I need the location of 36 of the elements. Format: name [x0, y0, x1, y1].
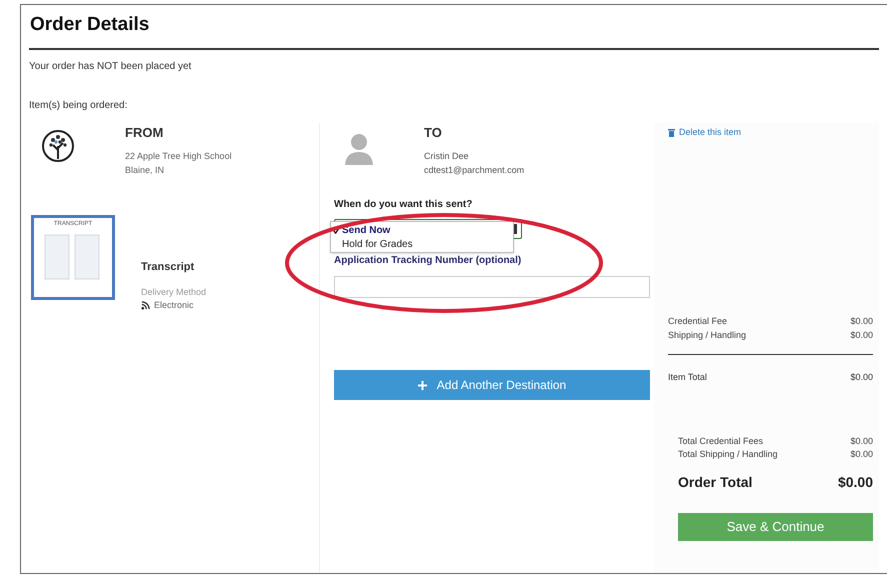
delivery-method-value: Electronic [154, 299, 194, 312]
document-name: Transcript [141, 260, 196, 275]
send-time-label: When do you want this sent? [334, 198, 474, 212]
total-fee-amount: $0.00 [850, 434, 873, 448]
person-avatar-icon [344, 132, 374, 164]
to-heading: TO [424, 124, 443, 142]
tree-logo-icon [41, 128, 75, 162]
order-total-amount: $0.00 [838, 472, 873, 492]
items-label: Item(s) being ordered: [29, 98, 128, 112]
tracking-number-label: Application Tracking Number (optional) [334, 254, 522, 268]
school-address: 22 Apple Tree High School [125, 150, 232, 163]
dropdown-option[interactable]: Hold for Grades [331, 237, 513, 251]
fee-amount: $0.00 [850, 315, 873, 328]
recipient-detail: cdtest1@parchment.com [424, 164, 524, 177]
fee-label: Credential Fee [668, 315, 728, 328]
item-total-label: Item Total [668, 371, 707, 384]
from-heading: FROM [125, 124, 164, 142]
tracking-number-field[interactable] [334, 276, 650, 298]
total-fee-label: Total Shipping / Handling [678, 448, 778, 461]
recipient-detail: Cristin Dee [424, 150, 470, 163]
delete-item-link[interactable]: Delete this item [668, 126, 873, 139]
trash-icon [668, 128, 675, 137]
order-notice: Your order has NOT been placed yet [29, 60, 192, 74]
order-total-label: Order Total [678, 472, 752, 492]
total-fee-amount: $0.00 [850, 448, 873, 461]
page-title: Order Details [30, 13, 150, 37]
total-fee-label: Total Credential Fees [678, 434, 764, 448]
fee-label: Shipping / Handling [668, 328, 746, 342]
rss-icon [141, 301, 150, 310]
delivery-method-label: Delivery Method [141, 286, 206, 299]
item-total-amount: $0.00 [850, 371, 873, 384]
plus-icon [418, 380, 427, 390]
school-address: Blaine, IN [125, 164, 166, 176]
select-arrows-icon [514, 224, 517, 234]
fee-amount: $0.00 [850, 328, 873, 342]
check-icon [333, 226, 340, 234]
